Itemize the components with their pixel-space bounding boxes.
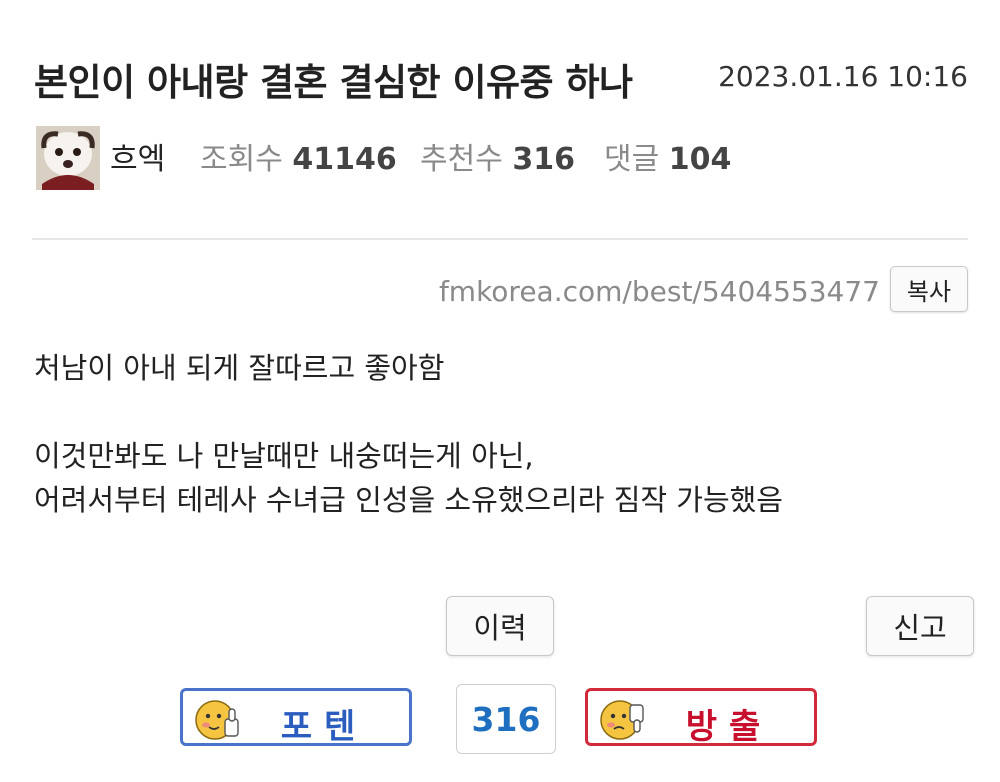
view-count-value: 41146 (292, 142, 397, 177)
body-line: 어려서부터 테레사 수녀급 인성을 소유했으리라 짐작 가능했음 (34, 483, 783, 517)
post-url[interactable]: fmkorea.com/best/5404553477 (439, 275, 880, 308)
recommend-count-label: 추천수 (420, 142, 503, 177)
post-url-bar: fmkorea.com/best/5404553477 복사 (368, 266, 968, 314)
recommend-count-value: 316 (512, 142, 575, 177)
author-name[interactable]: 흐엑 (110, 134, 165, 178)
avatar[interactable] (36, 126, 100, 190)
post-date: 2023.01.16 10:16 (718, 60, 968, 93)
body-line: 처남이 아내 되게 잘따르고 좋아함 (34, 351, 445, 385)
post-title: 본인이 아내랑 결혼 결심한 이유중 하나 (34, 61, 633, 104)
post-meta: 흐엑 조회수 41146 추천수 316 댓글 104 (36, 124, 976, 190)
comment-count-value: 104 (668, 142, 732, 177)
history-button[interactable]: 이력 (446, 596, 554, 656)
avatar-face-icon (36, 126, 100, 190)
recommend-count: 추천수 316 (420, 134, 575, 178)
copy-url-button[interactable]: 복사 (890, 266, 968, 312)
report-button[interactable]: 신고 (866, 596, 974, 656)
downvote-label: 방출 (685, 707, 773, 747)
post-body: 처남이 아내 되게 잘따르고 좋아함 이것만봐도 나 만날때만 내숭떠는게 아닌… (34, 346, 783, 522)
view-count-label: 조회수 (200, 142, 283, 177)
vote-count: 316 (456, 684, 556, 754)
comment-count-label: 댓글 (604, 142, 660, 177)
upvote-button[interactable]: 포텐 (180, 688, 412, 747)
upvote-label: 포텐 (280, 707, 368, 747)
thumbs-up-face-icon (195, 700, 239, 740)
post-header: 본인이 아내랑 결혼 결심한 이유중 하나 2023.01.16 10:16 (34, 52, 974, 104)
view-count: 조회수 41146 (200, 134, 397, 178)
divider (32, 238, 968, 240)
thumbs-down-face-icon (600, 700, 644, 740)
downvote-button[interactable]: 방출 (585, 688, 817, 747)
comment-count[interactable]: 댓글 104 (604, 134, 731, 178)
body-line: 이것만봐도 나 만날때만 내숭떠는게 아닌, (34, 439, 534, 473)
